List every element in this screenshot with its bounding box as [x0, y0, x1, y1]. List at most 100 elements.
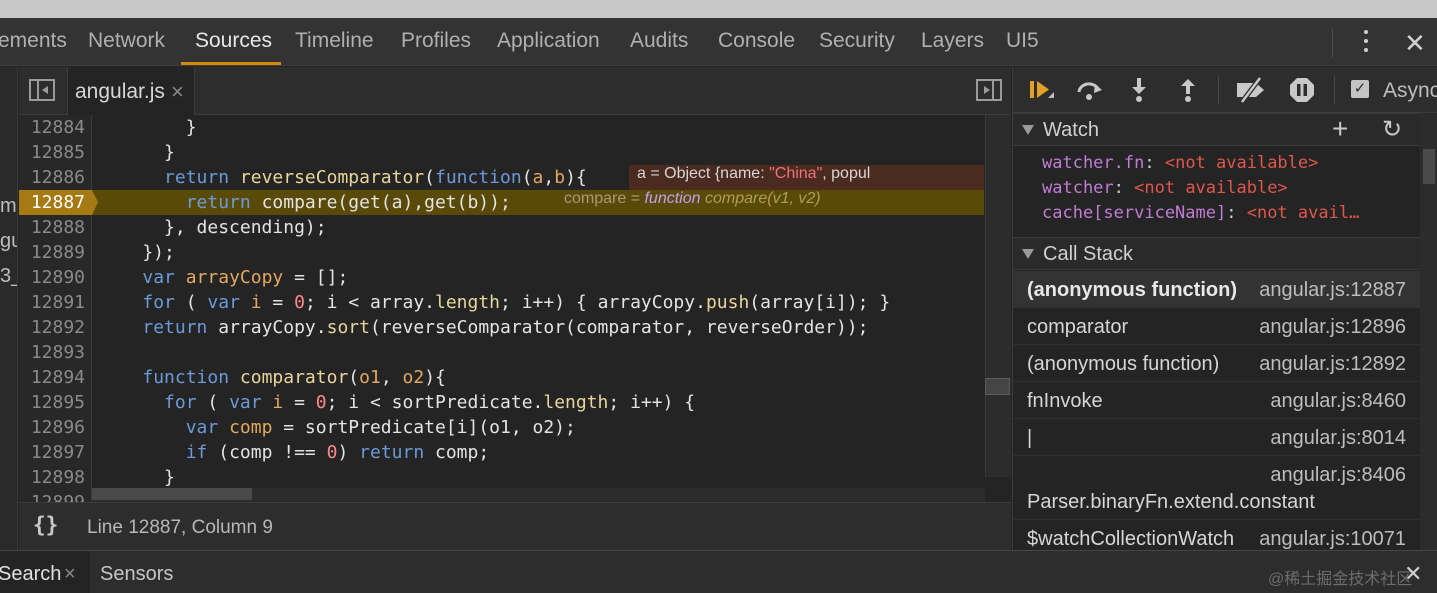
line-number[interactable]: 12886 — [19, 165, 85, 190]
line-number[interactable]: 12893 — [19, 340, 85, 365]
watch-title: Watch — [1043, 119, 1099, 141]
code-line[interactable]: 12898 } — [19, 465, 984, 490]
tab-console[interactable]: Console — [718, 29, 795, 53]
frame-location-link[interactable]: angular.js:12896 — [1259, 316, 1406, 339]
line-number[interactable]: 12894 — [19, 365, 85, 390]
tab-network[interactable]: Network — [88, 29, 165, 53]
watch-item[interactable]: watcher.fn: <not available> — [1042, 153, 1318, 173]
resume-icon[interactable] — [1027, 76, 1055, 104]
callstack-frame[interactable]: (anonymous function) angular.js:12887 — [1013, 271, 1420, 308]
vertical-scrollbar[interactable] — [985, 115, 1011, 477]
code-line[interactable]: 12894 function comparator(o1, o2){ — [19, 365, 984, 390]
line-number[interactable]: 12884 — [19, 115, 85, 140]
callstack-frame[interactable]: | angular.js:8014 — [1013, 419, 1420, 456]
code-line[interactable]: 12890 var arrayCopy = []; — [19, 265, 984, 290]
line-number[interactable]: 12885 — [19, 140, 85, 165]
code-line[interactable]: 12885 } — [19, 140, 984, 165]
frame-function-name: (anonymous function) — [1027, 353, 1220, 375]
drawer-tab-search[interactable]: Search — [0, 563, 61, 586]
code-text: } — [99, 142, 175, 163]
horizontal-scroll-thumb[interactable] — [92, 488, 252, 500]
navigator-item-fragment[interactable]: gul — [0, 230, 17, 253]
tab-audits[interactable]: Audits — [630, 29, 688, 53]
frame-function-name: Parser.binaryFn.extend.constant — [1027, 491, 1315, 513]
step-out-icon[interactable] — [1174, 76, 1202, 104]
code-line[interactable]: 12891 for ( var i = 0; i < array.length;… — [19, 290, 984, 315]
toggle-navigator-icon[interactable] — [29, 79, 55, 101]
async-label: Async — [1383, 79, 1437, 102]
add-watch-icon[interactable]: + — [1332, 115, 1348, 143]
close-devtools-icon[interactable]: ✕ — [1404, 30, 1426, 56]
tab-ui5[interactable]: UI5 — [1006, 29, 1039, 53]
vertical-scroll-thumb[interactable] — [985, 378, 1010, 395]
code-text: }, descending); — [99, 217, 327, 238]
step-over-icon[interactable] — [1075, 76, 1103, 104]
line-number[interactable]: 12888 — [19, 215, 85, 240]
frame-function-name: comparator — [1027, 316, 1129, 338]
frame-location-link[interactable]: angular.js:8460 — [1270, 390, 1406, 413]
code-line[interactable]: 12893 — [19, 340, 984, 365]
file-tab-angular-js[interactable]: angular.js × — [67, 67, 195, 115]
kebab-menu-icon[interactable] — [1356, 28, 1376, 56]
frame-location-link[interactable]: angular.js:8014 — [1270, 427, 1406, 450]
deactivate-breakpoints-icon[interactable] — [1234, 76, 1268, 104]
code-text: return compare(get(a),get(b)); — [185, 192, 511, 213]
step-into-icon[interactable] — [1125, 76, 1153, 104]
tab-security[interactable]: Security — [819, 29, 895, 53]
code-line[interactable]: 12888 }, descending); — [19, 215, 984, 240]
watch-item[interactable]: watcher: <not available> — [1042, 178, 1288, 198]
callstack-frame[interactable]: comparator angular.js:12896 — [1013, 308, 1420, 345]
callstack-frame[interactable]: fnInvoke angular.js:8460 — [1013, 382, 1420, 419]
watch-pane-header[interactable]: Watch + ↻ — [1013, 113, 1420, 146]
line-number[interactable]: 12890 — [19, 265, 85, 290]
frame-location-link[interactable]: angular.js:10071 — [1259, 528, 1406, 550]
line-number[interactable]: 12899 — [19, 490, 85, 502]
line-number[interactable]: 12892 — [19, 315, 85, 340]
toggle-debugger-icon[interactable] — [976, 79, 1002, 101]
line-number[interactable]: 12891 — [19, 290, 85, 315]
callstack-pane-header[interactable]: Call Stack — [1013, 237, 1420, 270]
cursor-position: Line 12887, Column 9 — [87, 517, 273, 538]
watch-item[interactable]: cache[serviceName]: <not avail… — [1042, 203, 1359, 223]
async-checkbox[interactable]: ✓ — [1351, 80, 1369, 98]
line-number[interactable]: 12896 — [19, 415, 85, 440]
line-number[interactable]: 12895 — [19, 390, 85, 415]
callstack-frame[interactable]: Parser.binaryFn.extend.constant angular.j… — [1013, 456, 1420, 520]
drawer-tab-sensors[interactable]: Sensors — [100, 563, 173, 586]
tab-sources[interactable]: Sources — [195, 29, 272, 53]
frame-location-link[interactable]: angular.js:12892 — [1259, 353, 1406, 376]
code-line[interactable]: 12884 } — [19, 115, 984, 140]
code-line[interactable]: 12897 if (comp !== 0) return comp; — [19, 440, 984, 465]
frame-function-name: (anonymous function) — [1027, 279, 1237, 301]
frame-location-link[interactable]: angular.js:12887 — [1259, 279, 1406, 302]
close-tab-icon[interactable]: × — [171, 79, 184, 105]
frame-function-name: fnInvoke — [1027, 390, 1103, 412]
code-line[interactable]: 12896 var comp = sortPredicate[i](o1, o2… — [19, 415, 984, 440]
callstack-frame[interactable]: $watchCollectionWatch angular.js:10071 — [1013, 520, 1420, 550]
callstack-frame[interactable]: (anonymous function) angular.js:12892 — [1013, 345, 1420, 382]
navigator-item-fragment[interactable]: 3_A — [0, 265, 17, 288]
tab-layers[interactable]: Layers — [921, 29, 984, 53]
line-number[interactable]: 12887 — [19, 190, 92, 215]
close-drawer-icon[interactable]: ✕ — [1404, 563, 1422, 585]
tab-application[interactable]: Application — [497, 29, 600, 53]
tab-profiles[interactable]: Profiles — [401, 29, 471, 53]
pretty-print-button[interactable]: {} — [33, 513, 58, 537]
pause-exceptions-icon[interactable] — [1288, 76, 1316, 104]
inline-value-a: a = Object {name: "China", popul — [629, 165, 984, 190]
code-area[interactable]: 12884 } 12885 } 12886 return reverseCompar… — [19, 115, 1011, 502]
navigator-item-fragment[interactable]: mp — [0, 195, 17, 218]
code-line[interactable]: 12889 }); — [19, 240, 984, 265]
code-line[interactable]: 12895 for ( var i = 0; i < sortPredicate… — [19, 390, 984, 415]
close-search-tab-icon[interactable]: × — [64, 563, 76, 586]
line-number[interactable]: 12897 — [19, 440, 85, 465]
tab-timeline[interactable]: Timeline — [295, 29, 374, 53]
code-line[interactable]: 12892 return arrayCopy.sort(reverseCompa… — [19, 315, 984, 340]
tab-elements[interactable]: ements — [0, 29, 67, 53]
sidebar-scroll-thumb[interactable] — [1423, 149, 1435, 184]
refresh-icon[interactable]: ↻ — [1382, 116, 1402, 144]
line-number[interactable]: 12889 — [19, 240, 85, 265]
line-number[interactable]: 12898 — [19, 465, 85, 490]
file-tab-label: angular.js — [75, 80, 165, 103]
frame-location-link[interactable]: angular.js:8406 — [1270, 464, 1406, 487]
